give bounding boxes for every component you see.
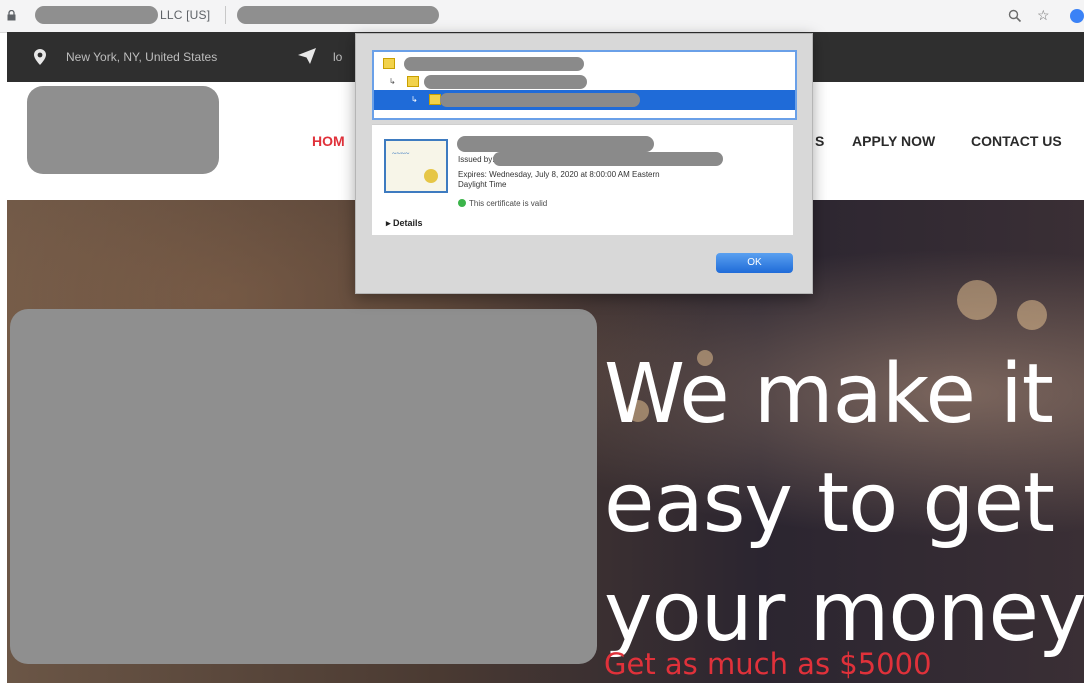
site-org-label: LLC [US] bbox=[160, 8, 211, 22]
redacted-issuer bbox=[493, 152, 723, 166]
email-text[interactable]: lo bbox=[333, 50, 342, 64]
valid-text: This certificate is valid bbox=[469, 199, 548, 208]
chain-arrow-icon: ↳ bbox=[411, 95, 418, 104]
certificate-chain-list: ↳ ↳ bbox=[372, 50, 797, 120]
hero-headline-line: We make it bbox=[604, 347, 1054, 442]
chain-arrow-icon: ↳ bbox=[389, 77, 396, 86]
ok-button[interactable]: OK bbox=[716, 253, 793, 273]
certificate-thumbnail-icon: ~~~~ bbox=[384, 139, 448, 193]
zoom-icon[interactable] bbox=[1008, 9, 1022, 23]
hero-subheadline: Get as much as $5000 bbox=[604, 647, 932, 681]
details-label: Details bbox=[393, 218, 423, 228]
nav-contact-us[interactable]: CONTACT US bbox=[971, 133, 1062, 149]
expires-line-1: Expires: Wednesday, July 8, 2020 at 8:00… bbox=[458, 170, 660, 179]
redacted-site-name bbox=[35, 6, 158, 24]
map-pin-icon bbox=[34, 49, 46, 65]
valid-check-icon bbox=[458, 199, 466, 207]
redacted-url[interactable] bbox=[237, 6, 439, 24]
chain-row-root[interactable] bbox=[374, 54, 795, 74]
location-text: New York, NY, United States bbox=[66, 50, 218, 64]
expires-line-2: Daylight Time bbox=[458, 180, 507, 189]
certificate-icon bbox=[407, 76, 419, 87]
chain-row-leaf[interactable]: ↳ bbox=[374, 90, 795, 110]
lock-icon bbox=[7, 10, 16, 21]
bookmark-star-icon[interactable]: ☆ bbox=[1037, 8, 1050, 22]
redacted-leaf-cert bbox=[440, 93, 640, 107]
details-disclosure[interactable]: ▸ Details bbox=[386, 218, 423, 229]
certificate-icon bbox=[383, 58, 395, 69]
paper-plane-icon bbox=[298, 48, 316, 64]
bokeh-light bbox=[1017, 300, 1047, 330]
hero-headline-line: easy to get bbox=[604, 456, 1055, 551]
certificate-seal bbox=[424, 169, 438, 183]
extension-icon[interactable] bbox=[1070, 9, 1084, 23]
address-separator bbox=[225, 6, 226, 24]
redacted-logo[interactable] bbox=[27, 86, 219, 174]
nav-services[interactable]: S bbox=[815, 133, 824, 149]
certificate-script-mark: ~~~~ bbox=[392, 149, 410, 158]
redacted-certificate-name bbox=[457, 136, 654, 152]
bokeh-light bbox=[957, 280, 997, 320]
redacted-root-cert bbox=[404, 57, 584, 71]
chain-row-intermediate[interactable]: ↳ bbox=[374, 72, 795, 92]
nav-apply-now[interactable]: APPLY NOW bbox=[852, 133, 935, 149]
certificate-valid-status: This certificate is valid bbox=[458, 199, 547, 208]
hero-headline: We make it easy to get your money bbox=[604, 340, 1084, 667]
redacted-intermediate-cert bbox=[424, 75, 587, 89]
nav-home[interactable]: HOM bbox=[312, 133, 345, 149]
redacted-hero-image bbox=[10, 309, 597, 664]
